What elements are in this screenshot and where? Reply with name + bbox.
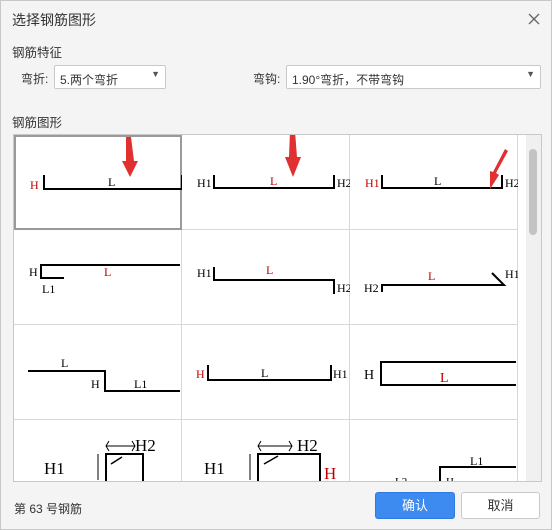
chevron-down-icon: ▼ — [526, 69, 535, 79]
shape-drawing: H1 H2 H — [204, 436, 336, 482]
shape-label-l1: L1 — [470, 454, 483, 468]
shape-cell-7[interactable]: L H L1 — [14, 325, 182, 420]
rebar-shape-grid: H L H1 L H2 H1 L H2 — [13, 134, 542, 482]
shape-label-l: L — [108, 175, 115, 189]
shape-drawing: H1 L H2 — [365, 149, 518, 190]
bend-label: 弯折: — [21, 72, 49, 86]
shape-label-h1: H1 — [365, 176, 380, 190]
shape-label-h: H — [364, 368, 374, 383]
shape-drawing: H L — [364, 361, 516, 386]
shape-label-h2: H2 — [337, 281, 350, 295]
section-shape-label: 钢筋图形 — [12, 116, 63, 130]
shape-label-l: L — [434, 174, 441, 188]
shape-label-h: H — [324, 464, 336, 482]
hook-select-value: 1.90°弯折，不带弯钩 — [292, 73, 405, 87]
shape-label-h2: H2 — [135, 436, 156, 455]
shape-cell-8[interactable]: H L H1 — [182, 325, 350, 420]
shape-drawing: H L — [30, 137, 183, 192]
scrollbar-thumb[interactable] — [529, 149, 537, 235]
shape-label-h: H — [30, 178, 39, 192]
dialog-title: 选择钢筋图形 — [12, 12, 96, 28]
shape-label-l: L — [440, 371, 449, 386]
shape-label-l: L — [270, 174, 277, 188]
shape-cell-6[interactable]: H2 L H1 — [350, 230, 518, 325]
shape-label-h1: H1 — [333, 367, 348, 381]
shape-cell-10[interactable]: H1 H2 — [14, 420, 182, 481]
shape-cell-2[interactable]: H1 L H2 — [182, 135, 350, 230]
shape-drawing: H1 L H2 — [197, 263, 350, 295]
shape-label-h: H — [29, 265, 38, 279]
shape-label-h: H — [446, 476, 454, 482]
bend-select[interactable]: 5.两个弯折 ▼ — [54, 65, 166, 89]
shape-cell-4[interactable]: H L L1 — [14, 230, 182, 325]
shape-label-l2: L2 — [395, 476, 407, 482]
shape-label-h1: H1 — [197, 266, 212, 280]
bend-select-value: 5.两个弯折 — [60, 73, 119, 87]
shape-drawing: L H L1 — [28, 356, 180, 392]
confirm-button[interactable]: 确认 — [375, 492, 455, 519]
shape-label-l1: L1 — [42, 282, 55, 296]
shape-label-l: L — [428, 269, 435, 283]
shape-cell-5[interactable]: H1 L H2 — [182, 230, 350, 325]
close-icon[interactable] — [525, 10, 543, 28]
shape-label-l1: L1 — [134, 377, 147, 391]
shape-drawing: H1 L H2 — [197, 135, 350, 190]
shape-label-l: L — [61, 356, 68, 370]
shape-label-l: L — [266, 263, 273, 277]
shape-label-h1: H1 — [197, 176, 212, 190]
shape-cell-1[interactable]: H L — [14, 135, 183, 230]
shape-cell-11[interactable]: H1 H2 H — [182, 420, 350, 482]
hook-label: 弯钩: — [253, 72, 281, 86]
cancel-button[interactable]: 取消 — [461, 492, 540, 519]
shape-label-h1: H1 — [44, 459, 65, 478]
red-arrow-annotation — [122, 137, 138, 177]
shape-label-l: L — [261, 366, 268, 380]
shape-drawing: H1 H2 — [44, 436, 156, 481]
shape-label-h2: H2 — [337, 176, 350, 190]
shape-cell-12[interactable]: L1 L2 H — [350, 420, 518, 482]
shape-label-h1: H1 — [204, 459, 225, 478]
red-arrow-annotation — [285, 135, 301, 177]
section-feature-label: 钢筋特征 — [12, 46, 63, 60]
shape-label-h: H — [91, 377, 100, 391]
shape-cell-9[interactable]: H L — [350, 325, 518, 420]
shape-drawing: H L H1 — [196, 365, 348, 381]
shape-label-h: H — [196, 367, 205, 381]
status-text: 第 63 号钢筋 — [14, 502, 83, 516]
shape-label-h2: H2 — [297, 436, 318, 455]
shape-label-h1: H1 — [505, 267, 518, 281]
shape-drawing: L1 L2 H — [395, 454, 516, 482]
shape-label-h2: H2 — [364, 281, 379, 295]
chevron-down-icon: ▼ — [151, 69, 160, 79]
shape-label-l: L — [104, 265, 111, 279]
shape-drawing: H2 L H1 — [364, 267, 518, 295]
shape-drawing: H L L1 — [29, 264, 180, 296]
shape-cell-3[interactable]: H1 L H2 — [350, 135, 518, 230]
select-rebar-shape-dialog: 选择钢筋图形 钢筋特征 弯折: 5.两个弯折 ▼ 弯钩: 1.90°弯折，不带弯… — [0, 0, 552, 530]
shape-label-h2: H2 — [505, 176, 518, 190]
hook-select[interactable]: 1.90°弯折，不带弯钩 ▼ — [286, 65, 541, 89]
